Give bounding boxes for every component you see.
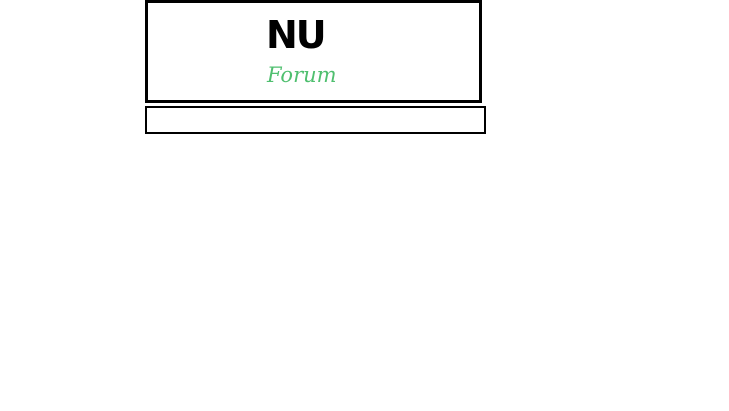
nav-bar bbox=[145, 106, 486, 134]
site-logo-title[interactable]: NU bbox=[266, 13, 327, 57]
site-logo-subtitle: Forum bbox=[267, 63, 337, 87]
site-header: NU Forum bbox=[145, 0, 482, 103]
